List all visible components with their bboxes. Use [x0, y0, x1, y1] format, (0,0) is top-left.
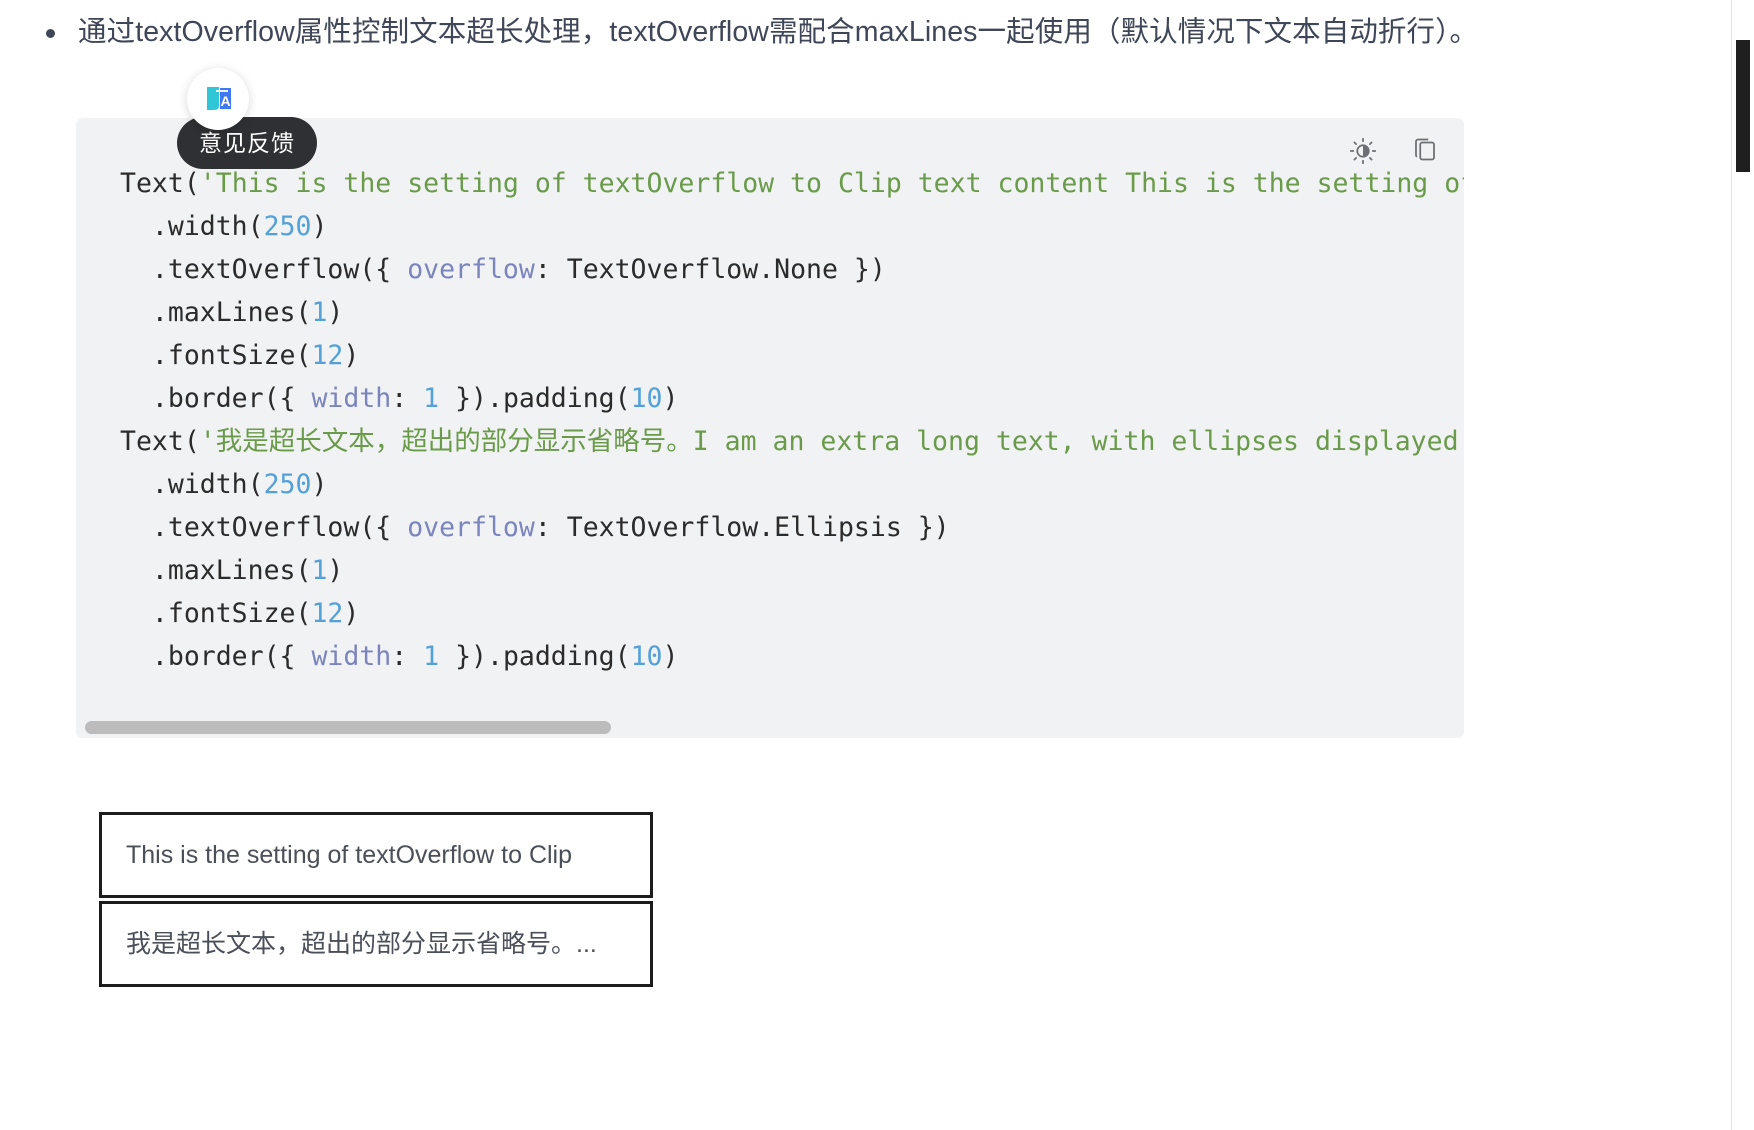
code-token: 1 — [423, 641, 440, 672]
page-scrollbar[interactable] — [1731, 0, 1754, 1130]
code-token: 10 — [630, 383, 663, 414]
result-preview: This is the setting of textOverflow to C… — [99, 812, 653, 987]
code-token: : TextOverflow.Ellipsis }) — [534, 512, 950, 543]
brightness-icon-button[interactable] — [1346, 134, 1380, 168]
code-token: : — [391, 641, 424, 672]
code-token: Text( — [120, 426, 200, 457]
code-token: 250 — [263, 469, 312, 500]
document-content-area: 通过textOverflow属性控制文本超长处理，textOverflow需配合… — [0, 0, 1520, 1130]
code-token: overflow — [407, 254, 535, 285]
code-token: ) — [311, 211, 328, 242]
code-token: 1 — [423, 383, 440, 414]
code-token: .width( — [120, 469, 264, 500]
code-token: .border({ — [120, 383, 312, 414]
code-token: 1 — [311, 297, 328, 328]
code-token: : TextOverflow.None }) — [534, 254, 886, 285]
code-token: }).padding( — [439, 383, 631, 414]
code-token: width — [311, 383, 392, 414]
copy-icon — [1410, 136, 1440, 166]
code-token: ) — [343, 340, 360, 371]
code-token: ) — [327, 297, 344, 328]
code-horizontal-scrollbar-thumb[interactable] — [85, 721, 611, 734]
code-token: .width( — [120, 211, 264, 242]
code-scroll-viewport[interactable]: Text('This is the setting of textOverflo… — [76, 118, 1464, 700]
code-token: overflow — [407, 512, 535, 543]
translate-icon-button[interactable]: A — [187, 68, 249, 130]
translate-icon: A — [198, 79, 238, 119]
code-block: Text('This is the setting of textOverflo… — [76, 118, 1464, 738]
code-token: '我是超长文本，超出的部分显示省略号。I am an extra long te… — [199, 426, 1464, 457]
copy-icon-button[interactable] — [1408, 134, 1442, 168]
code-token: ) — [343, 598, 360, 629]
code-token: .maxLines( — [120, 297, 312, 328]
code-token: 1 — [311, 555, 328, 586]
code-token: Text( — [120, 168, 200, 199]
code-token: ) — [662, 641, 679, 672]
code-token: .textOverflow({ — [120, 254, 408, 285]
code-token: .textOverflow({ — [120, 512, 408, 543]
code-token: .fontSize( — [120, 598, 312, 629]
code-token: 250 — [263, 211, 312, 242]
code-token: .fontSize( — [120, 340, 312, 371]
code-token: }).padding( — [439, 641, 631, 672]
bullet-dot-icon — [46, 29, 55, 38]
feedback-tooltip[interactable]: 意见反馈 — [177, 117, 317, 169]
brightness-icon — [1348, 136, 1378, 166]
code-token: ) — [662, 383, 679, 414]
code-horizontal-scrollbar[interactable] — [76, 716, 1464, 738]
svg-text:A: A — [220, 93, 230, 109]
code-token: 'This is the setting of textOverflow to … — [199, 168, 1464, 199]
bullet-item-text: 通过textOverflow属性控制文本超长处理，textOverflow需配合… — [78, 16, 1479, 48]
page-scrollbar-thumb[interactable] — [1736, 40, 1750, 172]
code-token: ) — [327, 555, 344, 586]
code-token: 10 — [630, 641, 663, 672]
result-box-ellipsis: 我是超长文本，超出的部分显示省略号。... — [99, 901, 653, 987]
bullet-list: 通过textOverflow属性控制文本超长处理，textOverflow需配合… — [24, 10, 1484, 55]
code-token: : — [391, 383, 424, 414]
result-box-clip: This is the setting of textOverflow to C… — [99, 812, 653, 898]
list-item: 通过textOverflow属性控制文本超长处理，textOverflow需配合… — [24, 10, 1484, 55]
code-token: .border({ — [120, 641, 312, 672]
code-token: 12 — [311, 340, 344, 371]
code-block-toolbar — [1346, 134, 1442, 168]
code-token: 12 — [311, 598, 344, 629]
code-text[interactable]: Text('This is the setting of textOverflo… — [76, 118, 1464, 678]
code-token: width — [311, 641, 392, 672]
code-token: .maxLines( — [120, 555, 312, 586]
code-token: ) — [311, 469, 328, 500]
